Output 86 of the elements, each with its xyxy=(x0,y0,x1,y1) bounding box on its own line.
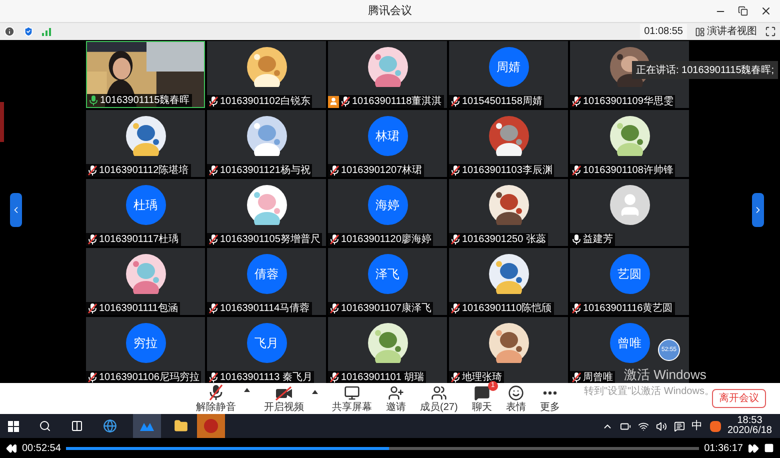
input-method[interactable]: 中 xyxy=(692,418,702,434)
participant-name: 10163901108许帅锋 xyxy=(583,166,674,176)
window-title: 腾讯会议 xyxy=(368,4,412,19)
previous-page-button[interactable] xyxy=(10,193,22,227)
participant-name: 10163901109华思雯 xyxy=(583,96,674,106)
participant-name: 地理张琦 xyxy=(462,372,502,382)
view-button[interactable]: 演讲者视图 xyxy=(695,24,757,39)
progress-track[interactable] xyxy=(66,446,700,450)
chat-icon xyxy=(474,385,490,401)
participant-name: 10163901111包涵 xyxy=(99,304,178,314)
participant-name: 10163901116黄艺圆 xyxy=(583,304,673,314)
initials-avatar: 泽飞 xyxy=(368,254,408,294)
participant-name: 10163901121杨与祝 xyxy=(220,166,310,176)
screen-share-icon xyxy=(344,385,360,401)
toolbar-button[interactable]: 表情 xyxy=(506,385,526,413)
initials-avatar: 倩蓉 xyxy=(246,254,286,294)
fast-forward-button[interactable] xyxy=(748,442,759,454)
volume-icon[interactable] xyxy=(656,420,666,432)
participant-name: 10163901107康泽飞 xyxy=(341,304,432,314)
presenter-view-icon xyxy=(695,26,705,36)
meeting-duration: 01:08:55 xyxy=(640,24,687,39)
participant-name: 10163901120廖海婷 xyxy=(341,234,432,244)
search-icon[interactable] xyxy=(39,420,51,432)
participant-name: 10163901117杜瑀 xyxy=(99,234,179,244)
toolbar-button[interactable]: 邀请 xyxy=(386,385,406,413)
battery-icon[interactable] xyxy=(620,420,630,432)
leave-meeting-button[interactable]: 离开会议 xyxy=(712,389,766,408)
initials-avatar: 海婷 xyxy=(368,185,408,225)
participant-name: 10163901103李辰渊 xyxy=(462,166,552,176)
input-app-icon[interactable] xyxy=(710,420,720,432)
participant-name: 10163901110陈恺颀 xyxy=(462,304,552,314)
participant-name: 10163901105努增普尺 xyxy=(220,234,320,244)
activation-title: 激活 Windows xyxy=(624,366,706,384)
participant-name: 10163901250 张蕊 xyxy=(462,234,546,244)
activation-text: 转到"设置"以激活 Windows。 xyxy=(584,384,714,399)
toolbar-button[interactable]: 成员(27) xyxy=(420,385,458,413)
members-icon xyxy=(430,385,447,401)
toolbar-button[interactable]: 更多 xyxy=(540,385,560,413)
dropdown-caret-icon[interactable] xyxy=(312,390,318,394)
initials-avatar: 艺圆 xyxy=(610,254,650,294)
meeting-app-icon[interactable] xyxy=(133,414,161,438)
elapsed-time: 00:52:54 xyxy=(22,442,61,456)
browser-icon[interactable] xyxy=(103,419,117,433)
total-time: 01:36:17 xyxy=(704,442,743,456)
rewind-button[interactable] xyxy=(6,442,17,454)
participant-name: 10163901207林珺 xyxy=(341,166,422,176)
dropdown-caret-icon[interactable] xyxy=(244,388,250,392)
more-icon xyxy=(542,391,557,395)
windows-logo-icon[interactable] xyxy=(8,420,19,432)
toolbar-button[interactable]: 共享屏幕 xyxy=(332,385,372,413)
speaking-tooltip: 正在讲话: 10163901115魏春晖; xyxy=(632,61,778,79)
participant-name: 10163901106尼玛穷拉 xyxy=(99,372,200,382)
initials-avatar: 杜瑀 xyxy=(126,185,166,225)
participant-name: 10163901115魏春晖 xyxy=(100,96,190,106)
initials-avatar: 穷拉 xyxy=(126,323,166,363)
clock-date: 2020/6/18 xyxy=(728,426,772,436)
participant-name: 10154501158周婧 xyxy=(462,96,542,106)
initials-avatar: 林珺 xyxy=(368,116,408,156)
participant-name: 10163901112陈堪培 xyxy=(99,166,189,176)
emoji-icon xyxy=(508,385,524,401)
participant-name: 10163901114马倩蓉 xyxy=(220,304,310,314)
video-off-icon xyxy=(275,386,293,401)
participant-name: 10163901101 胡瑞 xyxy=(341,372,424,382)
toolbar-button[interactable]: 开启视频 xyxy=(264,386,304,413)
stop-button[interactable] xyxy=(764,443,774,453)
participant-name: 10163901113 秦飞月 xyxy=(220,372,312,382)
participant-name: 10163901102白锐东 xyxy=(220,96,310,106)
restore-icon[interactable] xyxy=(738,6,748,16)
initials-avatar: 周婧 xyxy=(488,47,528,87)
invite-icon xyxy=(388,385,404,401)
toolbar-button[interactable]: 解除静音 xyxy=(196,384,236,413)
initials-avatar: 曾唯 xyxy=(610,323,650,363)
shield-icon[interactable] xyxy=(23,26,34,37)
next-page-button[interactable] xyxy=(752,193,764,227)
info-icon[interactable] xyxy=(4,26,15,37)
participant-name: 周曾唯 xyxy=(583,372,613,382)
close-icon[interactable] xyxy=(760,5,772,17)
notification-icon[interactable] xyxy=(674,420,684,432)
wifi-icon[interactable] xyxy=(638,420,648,432)
initials-avatar: 飞月 xyxy=(246,323,286,363)
fullscreen-icon[interactable] xyxy=(765,26,776,37)
participant-name: 益建芳 xyxy=(583,234,613,244)
clock-time: 18:53 xyxy=(737,416,762,426)
default-avatar-icon xyxy=(610,185,650,225)
task-view-icon[interactable] xyxy=(71,420,83,432)
participant-name: 10163901118董淇淇 xyxy=(352,96,442,106)
